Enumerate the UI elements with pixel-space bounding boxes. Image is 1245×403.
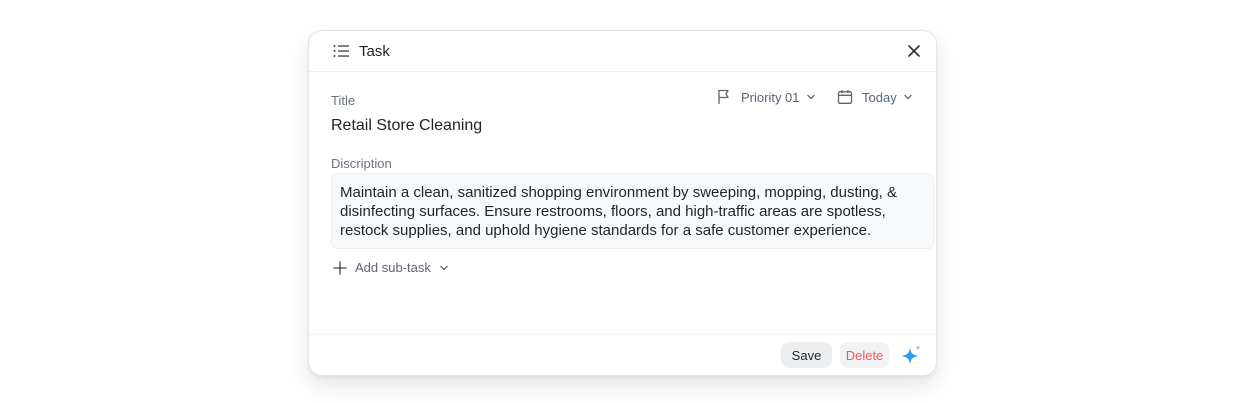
dialog-title: Task [359,43,390,60]
task-dialog: Task Title Retail Store Cleaning Priorit… [308,30,937,376]
date-label: Today [862,89,897,105]
priority-label: Priority 01 [741,89,800,105]
title-field[interactable]: Retail Store Cleaning [331,117,482,135]
dialog-header: Task [309,31,936,72]
chevron-down-icon [904,94,912,100]
description-field[interactable]: Maintain a clean, sanitized shopping env… [331,173,934,249]
add-subtask-button[interactable]: Add sub-task [333,260,449,275]
chevron-down-icon [440,265,448,270]
add-subtask-label: Add sub-task [355,260,431,275]
date-dropdown[interactable]: Today [837,89,913,105]
save-button[interactable]: Save [781,342,832,368]
delete-button[interactable]: Delete [840,342,889,368]
priority-dropdown[interactable]: Priority 01 [717,89,816,105]
dialog-footer: Save Delete [309,334,936,375]
calendar-icon [837,90,853,104]
plus-icon [333,260,347,275]
sparkle-icon[interactable] [899,343,923,367]
chevron-down-icon [806,94,815,100]
list-icon [333,45,349,57]
title-label: Title [331,93,356,108]
close-icon[interactable] [906,43,922,59]
flag-icon [718,89,729,104]
description-label: Discription [331,156,392,171]
